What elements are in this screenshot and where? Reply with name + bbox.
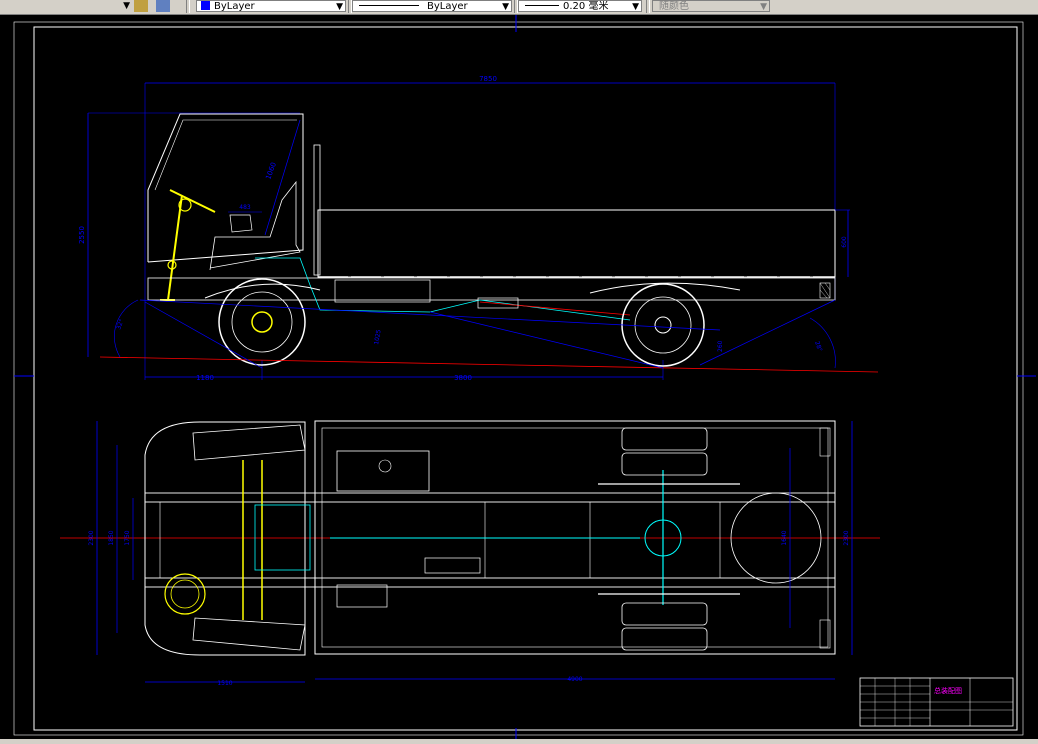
plotstyle-control-value: 随颜色: [659, 1, 689, 12]
chevron-down-icon: ▼: [123, 1, 130, 11]
layer-state-icon[interactable]: [134, 0, 148, 12]
dim-cab-length: 1510: [217, 680, 232, 687]
dim-cargo-length: 4900: [567, 676, 582, 683]
chevron-down-icon: ▼: [502, 2, 509, 12]
dim-cab-a: 1060: [264, 161, 278, 180]
dim-overall-height: 2550: [78, 226, 86, 244]
color-control-value: ByLayer: [214, 1, 255, 12]
color-swatch-icon: [201, 1, 210, 10]
linetype-preview-icon: [359, 5, 419, 6]
linetype-control-value: ByLayer: [427, 1, 468, 12]
dim-rear-track: 1640: [781, 530, 788, 545]
status-bar: [0, 739, 1038, 744]
cad-drawing-area[interactable]: 7850 2550 1180 3800 1060 483 600 32° 28°…: [0, 15, 1038, 744]
chevron-down-icon: ▼: [336, 2, 343, 12]
dim-ground-clearance: 260: [717, 340, 724, 352]
dim-approach-angle: 32°: [115, 318, 125, 330]
dim-wheelbase: 3800: [454, 374, 472, 382]
toolbar-separator: [186, 0, 190, 13]
dim-cab-b: 483: [239, 204, 251, 211]
properties-toolbar: ▼ ByLayer ▼ ByLayer ▼ 0.20 毫米 ▼ 随颜色 ▼: [0, 0, 1038, 15]
dim-departure-angle: 28°: [813, 340, 823, 352]
outer-border: [13, 21, 1024, 736]
title-drawing-name: 总装配图: [934, 686, 962, 695]
dim-width-left: 2300: [88, 530, 95, 545]
dim-ramp: 1025: [373, 329, 383, 345]
chevron-down-icon: ▼: [632, 2, 639, 12]
plan-view: 2300 1850 1750 2300 1640 1510 4900: [60, 420, 880, 687]
ground-line: [99, 356, 879, 373]
toolbar-separator: [646, 0, 650, 13]
layer-control-tail[interactable]: ▼: [0, 0, 132, 12]
lineweight-control-value: 0.20 毫米: [563, 1, 609, 12]
plotstyle-control-dropdown[interactable]: 随颜色 ▼: [652, 0, 770, 12]
lineweight-preview-icon: [525, 5, 559, 6]
dim-inner-width-1: 1850: [108, 530, 115, 545]
layer-previous-icon[interactable]: [156, 0, 170, 12]
dim-inner-width-2: 1750: [124, 530, 131, 545]
dim-front-overhang: 1180: [196, 374, 214, 382]
linetype-control-dropdown[interactable]: ByLayer ▼: [352, 0, 512, 12]
dim-width-right: 2300: [843, 530, 850, 545]
dim-cargo-height: 600: [841, 236, 848, 248]
side-view: 7850 2550 1180 3800 1060 483 600 32° 28°…: [78, 75, 879, 382]
lineweight-control-dropdown[interactable]: 0.20 毫米 ▼: [518, 0, 642, 12]
title-block: 总装配图: [859, 677, 1014, 727]
sheet-border: [33, 26, 1018, 731]
chevron-down-icon: ▼: [760, 2, 767, 12]
color-control-dropdown[interactable]: ByLayer ▼: [196, 0, 346, 12]
dim-overall-length: 7850: [479, 75, 497, 83]
